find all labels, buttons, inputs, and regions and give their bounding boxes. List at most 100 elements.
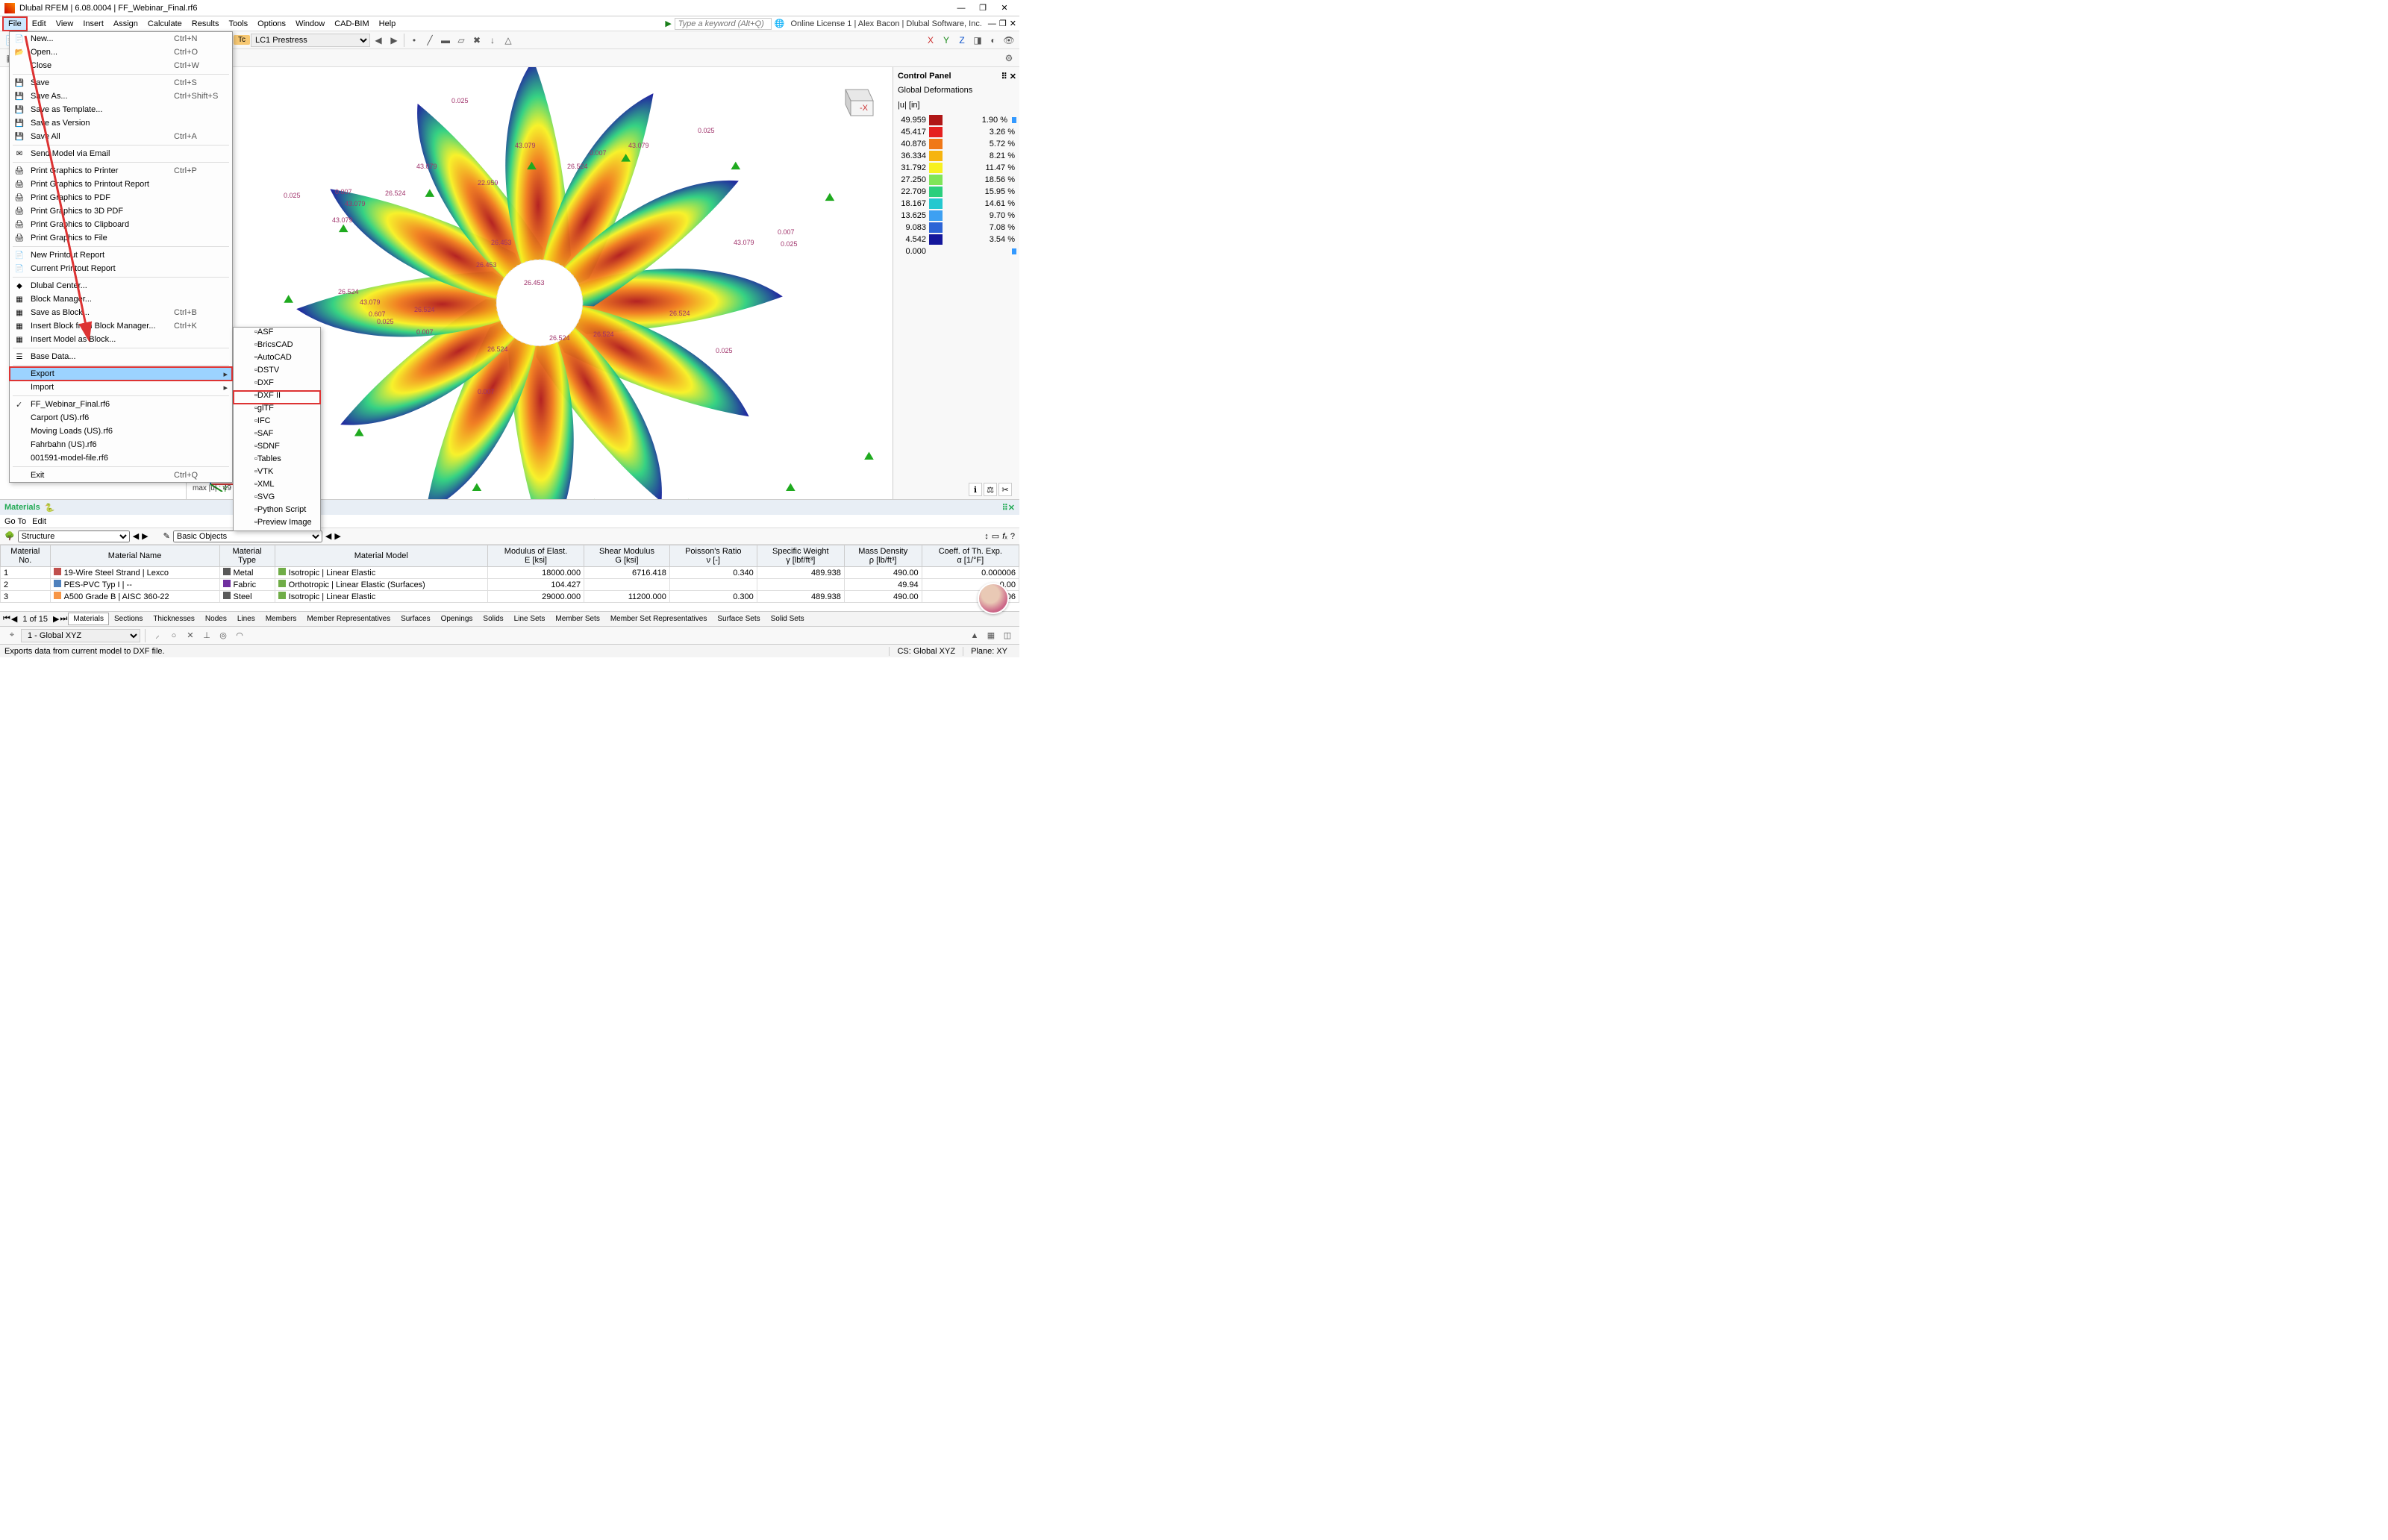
file-menu-item[interactable]: 💾SaveCtrl+S bbox=[10, 76, 232, 90]
export-item[interactable]: ▫DSTV bbox=[234, 366, 320, 378]
table-tab[interactable]: Solid Sets bbox=[766, 613, 810, 625]
table-tab[interactable]: Line Sets bbox=[509, 613, 551, 625]
delete-icon[interactable]: ✖ bbox=[469, 33, 484, 48]
coord-system-select[interactable]: 1 - Global XYZ bbox=[21, 629, 140, 642]
lc-next-icon[interactable]: ▶ bbox=[387, 33, 401, 48]
cp-pin-icon[interactable]: ⠿ bbox=[1001, 72, 1007, 81]
minimize-button[interactable]: — bbox=[951, 1, 972, 15]
tab-prev-icon[interactable]: ◀ bbox=[11, 614, 17, 624]
table-tab[interactable]: Member Set Representatives bbox=[605, 613, 713, 625]
export-item[interactable]: ▫SDNF bbox=[234, 442, 320, 454]
loads-icon[interactable]: ↓ bbox=[485, 33, 500, 48]
snap-mid-icon[interactable]: ○ bbox=[166, 628, 181, 643]
table-tab[interactable]: Surfaces bbox=[396, 613, 435, 625]
dock-close-icon[interactable]: ✕ bbox=[1008, 503, 1015, 513]
tab-next-icon[interactable]: ▶ bbox=[53, 614, 59, 624]
table-row[interactable]: 3A500 Grade B | AISC 360-22SteelIsotropi… bbox=[1, 591, 1019, 603]
table-tab[interactable]: Surface Sets bbox=[712, 613, 765, 625]
file-menu-item[interactable]: ▦Insert Block from Block Manager...Ctrl+… bbox=[10, 319, 232, 333]
file-menu-item[interactable]: 🖨Print Graphics to Printout Report bbox=[10, 178, 232, 191]
menu-calculate[interactable]: Calculate bbox=[143, 18, 187, 30]
file-menu-item[interactable]: 🖨Print Graphics to 3D PDF bbox=[10, 204, 232, 218]
orientation-cube[interactable]: -X bbox=[834, 75, 879, 119]
snap-tan-icon[interactable]: ◠ bbox=[232, 628, 247, 643]
support-icon[interactable]: △ bbox=[501, 33, 516, 48]
table-tab[interactable]: Materials bbox=[68, 613, 109, 625]
info-icon[interactable]: ℹ bbox=[969, 483, 982, 496]
keyword-search-input[interactable] bbox=[675, 18, 772, 30]
tb-b-icon[interactable]: ▭ bbox=[992, 531, 999, 541]
lc-select[interactable]: LC1 Prestress bbox=[251, 34, 370, 47]
export-item[interactable]: ▫IFC bbox=[234, 416, 320, 429]
grid2-icon[interactable]: ▦ bbox=[984, 628, 998, 643]
table-row[interactable]: 119-Wire Steel Strand | LexcoMetalIsotro… bbox=[1, 567, 1019, 579]
axis-y-icon[interactable]: Y bbox=[939, 33, 954, 48]
table-tab[interactable]: Openings bbox=[436, 613, 478, 625]
file-menu-item[interactable]: ▦Insert Model as Block... bbox=[10, 333, 232, 346]
min2-icon[interactable]: — bbox=[988, 19, 996, 28]
dock-pin-icon[interactable]: ⠿ bbox=[1002, 503, 1008, 513]
table-tab[interactable]: Solids bbox=[478, 613, 508, 625]
axis-z-icon[interactable]: Z bbox=[954, 33, 969, 48]
close2-icon[interactable]: ✕ bbox=[1010, 19, 1016, 28]
clip-icon[interactable]: ✂ bbox=[998, 483, 1012, 496]
avatar[interactable] bbox=[978, 583, 1009, 614]
table-tab[interactable]: Members bbox=[260, 613, 302, 625]
file-menu-item[interactable]: ExitCtrl+Q bbox=[10, 469, 232, 482]
tab-last-icon[interactable]: ⏭ bbox=[60, 614, 67, 624]
file-menu-item[interactable]: ✉Send Model via Email bbox=[10, 147, 232, 160]
file-menu-item[interactable]: ☰Base Data... bbox=[10, 350, 232, 363]
menu-edit[interactable]: Edit bbox=[28, 18, 51, 30]
export-item[interactable]: ▫ASF bbox=[234, 328, 320, 340]
file-menu-item[interactable]: 📄New...Ctrl+N bbox=[10, 32, 232, 46]
lc-prev-icon[interactable]: ◀ bbox=[371, 33, 386, 48]
export-item[interactable]: ▫SVG bbox=[234, 492, 320, 505]
file-menu-item[interactable]: 💾Save As...Ctrl+Shift+S bbox=[10, 90, 232, 103]
file-menu-item[interactable]: 001591-model-file.rf6 bbox=[10, 451, 232, 465]
tab-first-icon[interactable]: ⏮ bbox=[3, 614, 10, 624]
file-menu-item[interactable]: CloseCtrl+W bbox=[10, 59, 232, 72]
wand-icon[interactable]: ✎ bbox=[163, 531, 170, 541]
file-menu-item[interactable]: Carport (US).rf6 bbox=[10, 411, 232, 425]
materials-table[interactable]: MaterialNo.Material NameMaterialTypeMate… bbox=[0, 545, 1019, 603]
snap-int-icon[interactable]: ✕ bbox=[183, 628, 198, 643]
export-item[interactable]: ▫VTK bbox=[234, 467, 320, 480]
table-tab[interactable]: Member Sets bbox=[550, 613, 604, 625]
file-menu-item[interactable]: 🖨Print Graphics to File bbox=[10, 231, 232, 245]
warn-icon[interactable]: ▲ bbox=[967, 628, 982, 643]
menu-view[interactable]: View bbox=[51, 18, 78, 30]
cp-close-icon[interactable]: ✕ bbox=[1010, 72, 1016, 81]
basic-objects-filter[interactable]: Basic Objects bbox=[173, 530, 322, 542]
menu-file[interactable]: File bbox=[3, 17, 27, 31]
file-menu-item[interactable]: Export▸ bbox=[10, 367, 232, 381]
export-item[interactable]: ▫Tables bbox=[234, 454, 320, 467]
menu-assign[interactable]: Assign bbox=[109, 18, 143, 30]
table-row[interactable]: 2PES-PVC Typ I | --FabricOrthotropic | L… bbox=[1, 579, 1019, 591]
export-item[interactable]: ▫AutoCAD bbox=[234, 353, 320, 366]
filter-prev-icon[interactable]: ◀ bbox=[133, 531, 139, 541]
menu-cadbim[interactable]: CAD-BIM bbox=[330, 18, 373, 30]
tb-fx-icon[interactable]: fₓ bbox=[1002, 532, 1007, 541]
file-menu-item[interactable]: Fahrbahn (US).rf6 bbox=[10, 438, 232, 451]
file-menu-item[interactable]: ◆Dlubal Center... bbox=[10, 279, 232, 292]
globe-icon[interactable]: 🌐 bbox=[775, 19, 785, 28]
export-item[interactable]: ▫Preview Image bbox=[234, 518, 320, 530]
export-item[interactable]: ▫Python Script bbox=[234, 505, 320, 518]
file-menu-item[interactable]: Moving Loads (US).rf6 bbox=[10, 425, 232, 438]
export-item[interactable]: ▫DXF II bbox=[234, 391, 320, 404]
export-item[interactable]: ▫DXF bbox=[234, 378, 320, 391]
edit-label[interactable]: Edit bbox=[32, 517, 46, 526]
file-menu-item[interactable]: 📄New Printout Report bbox=[10, 248, 232, 262]
structure-filter[interactable]: Structure bbox=[18, 530, 130, 542]
iso-icon[interactable]: ◨ bbox=[970, 33, 985, 48]
table-tab[interactable]: Sections bbox=[109, 613, 148, 625]
filter-next-icon[interactable]: ▶ bbox=[142, 531, 148, 541]
snap-perp-icon[interactable]: ⊥ bbox=[199, 628, 214, 643]
axis-x-icon[interactable]: X bbox=[923, 33, 938, 48]
file-menu-item[interactable]: 📂Open...Ctrl+O bbox=[10, 46, 232, 59]
bo-prev-icon[interactable]: ◀ bbox=[325, 531, 331, 541]
file-menu-item[interactable]: ▦Block Manager... bbox=[10, 292, 232, 306]
menu-window[interactable]: Window bbox=[291, 18, 329, 30]
export-item[interactable]: ▫glTF bbox=[234, 404, 320, 416]
menu-help[interactable]: Help bbox=[375, 18, 401, 30]
